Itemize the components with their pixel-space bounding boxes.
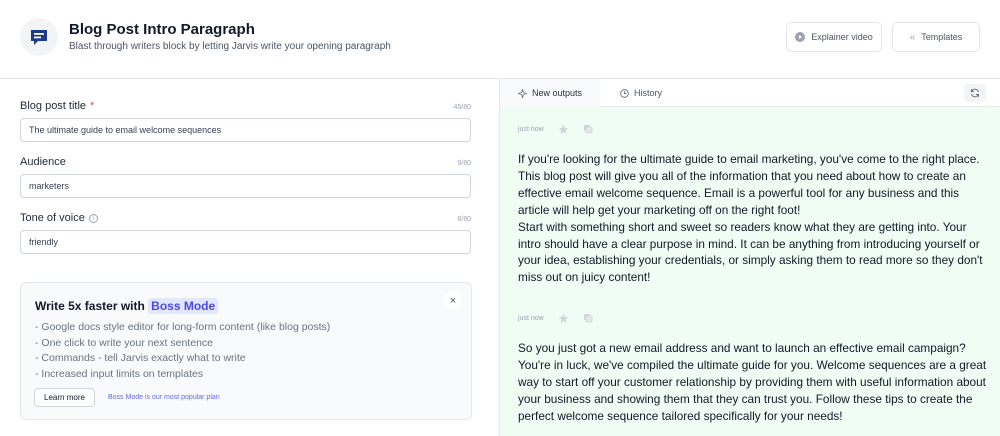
tone-char-counter: 8/80 bbox=[457, 216, 471, 223]
tab-history[interactable]: History bbox=[620, 79, 662, 107]
output-timestamp: just now bbox=[518, 314, 544, 322]
audience-char-counter: 9/80 bbox=[457, 160, 471, 167]
tab-new-outputs[interactable]: New outputs bbox=[500, 79, 600, 107]
copy-icon[interactable] bbox=[583, 313, 593, 323]
promo-feature-list: - Google docs style editor for long-form… bbox=[35, 320, 330, 382]
promo-title: Write 5x faster with Boss Mode bbox=[35, 298, 219, 314]
chevrons-left-icon: « bbox=[909, 31, 916, 43]
tone-input[interactable]: friendly bbox=[20, 230, 471, 254]
output-card: just now If you're looking for the ultim… bbox=[518, 123, 988, 286]
output-text[interactable]: So you just got a new email address and … bbox=[518, 340, 988, 425]
clock-icon bbox=[620, 88, 629, 98]
sparkle-icon bbox=[517, 88, 527, 98]
chat-bubble-icon bbox=[31, 30, 47, 45]
output-text[interactable]: If you're looking for the ultimate guide… bbox=[518, 151, 988, 286]
refresh-icon bbox=[971, 88, 979, 98]
list-item: - Commands - tell Jarvis exactly what to… bbox=[35, 352, 246, 364]
learn-more-button[interactable]: Learn more bbox=[34, 388, 95, 407]
audience-input[interactable]: marketers bbox=[20, 174, 471, 198]
play-icon bbox=[795, 32, 806, 42]
output-tabs: New outputs History bbox=[500, 79, 1000, 107]
output-panel: New outputs History just now If you're l… bbox=[500, 79, 1000, 436]
boss-mode-promo: Write 5x faster with Boss Mode - Google … bbox=[20, 282, 472, 420]
star-icon[interactable] bbox=[558, 124, 569, 135]
output-card: just now So you just got a new email add… bbox=[518, 312, 988, 425]
list-item: - One click to write your next sentence bbox=[35, 336, 213, 349]
list-item: - Google docs style editor for long-form… bbox=[35, 321, 331, 333]
blog-title-input[interactable]: The ultimate guide to email welcome sequ… bbox=[20, 118, 471, 142]
promo-title-prefix: Write 5x faster with bbox=[35, 299, 145, 313]
audience-field-label: Audience bbox=[20, 156, 66, 168]
output-timestamp: just now bbox=[518, 125, 544, 133]
title-label-text: Blog post title bbox=[20, 100, 87, 112]
title-field-label: Blog post title * bbox=[20, 100, 94, 112]
boss-mode-badge: Boss Mode bbox=[148, 298, 219, 314]
star-icon[interactable] bbox=[558, 313, 569, 324]
required-marker: * bbox=[90, 100, 95, 112]
tab-history-label: History bbox=[634, 88, 663, 98]
templates-label: Templates bbox=[921, 32, 963, 42]
templates-button[interactable]: « Templates bbox=[892, 22, 980, 52]
refresh-button[interactable] bbox=[964, 84, 986, 102]
list-item: - Increased input limits on templates bbox=[35, 367, 204, 380]
copy-icon[interactable] bbox=[583, 124, 593, 134]
output-meta: just now bbox=[518, 312, 988, 324]
page-header: Blog Post Intro Paragraph Blast through … bbox=[0, 0, 1000, 79]
input-panel: Blog post title * 45/80 The ultimate gui… bbox=[0, 79, 499, 436]
tone-field-label: Tone of voice i bbox=[20, 212, 98, 224]
explainer-video-label: Explainer video bbox=[811, 32, 873, 42]
tone-label-text: Tone of voice bbox=[20, 212, 85, 224]
template-logo bbox=[20, 18, 58, 56]
page-title: Blog Post Intro Paragraph bbox=[69, 21, 255, 38]
promo-note: Boss Mode is our most popular plan bbox=[108, 394, 220, 401]
page-subtitle: Blast through writers block by letting J… bbox=[69, 41, 391, 52]
title-char-counter: 45/80 bbox=[453, 104, 471, 111]
close-icon[interactable]: × bbox=[444, 292, 462, 310]
output-meta: just now bbox=[518, 123, 988, 135]
explainer-video-button[interactable]: Explainer video bbox=[786, 22, 882, 52]
tab-new-outputs-label: New outputs bbox=[531, 88, 583, 98]
info-icon[interactable]: i bbox=[88, 213, 98, 223]
